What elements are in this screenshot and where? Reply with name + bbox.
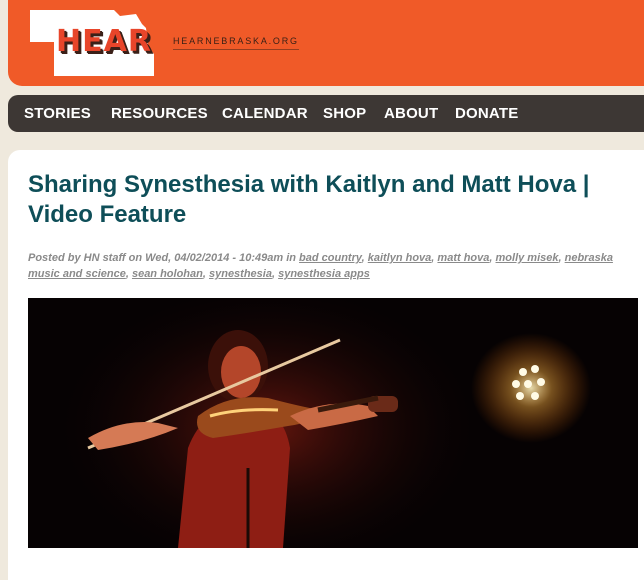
article-title: Sharing Synesthesia with Kaitlyn and Mat…: [28, 171, 590, 228]
tag-link[interactable]: matt hova: [437, 252, 489, 264]
nav-item-shop[interactable]: SHOP: [323, 105, 366, 122]
site-header: HEAR HEARNEBRASKA.ORG: [8, 0, 644, 86]
site-url[interactable]: HEARNEBRASKA.ORG: [173, 36, 299, 50]
meta-prefix: Posted by HN staff on Wed, 04/02/2014 - …: [28, 252, 296, 264]
tag-link[interactable]: synesthesia: [209, 268, 272, 280]
logo-text: HEAR: [56, 24, 152, 59]
tag-link[interactable]: molly misek: [496, 252, 559, 264]
tag-link[interactable]: sean holohan: [132, 268, 203, 280]
video-player[interactable]: [28, 298, 638, 548]
site-logo[interactable]: HEAR: [28, 6, 178, 78]
article-container: Sharing Synesthesia with Kaitlyn and Mat…: [8, 150, 644, 580]
tag-link[interactable]: bad country: [299, 252, 362, 264]
article-meta: Posted by HN staff on Wed, 04/02/2014 - …: [28, 252, 613, 280]
tag-link[interactable]: synesthesia apps: [278, 268, 370, 280]
nav-item-donate[interactable]: DONATE: [455, 105, 518, 122]
nav-item-resources[interactable]: RESOURCES: [111, 105, 208, 122]
nav-item-stories[interactable]: STORIES: [24, 105, 91, 122]
violinist-video-frame: [28, 298, 638, 548]
tag-link[interactable]: kaitlyn hova: [368, 252, 432, 264]
nav-item-calendar[interactable]: CALENDAR: [222, 105, 308, 122]
nav-item-about[interactable]: ABOUT: [384, 105, 438, 122]
main-nav: STORIES RESOURCES CALENDAR SHOP ABOUT DO…: [8, 95, 644, 132]
